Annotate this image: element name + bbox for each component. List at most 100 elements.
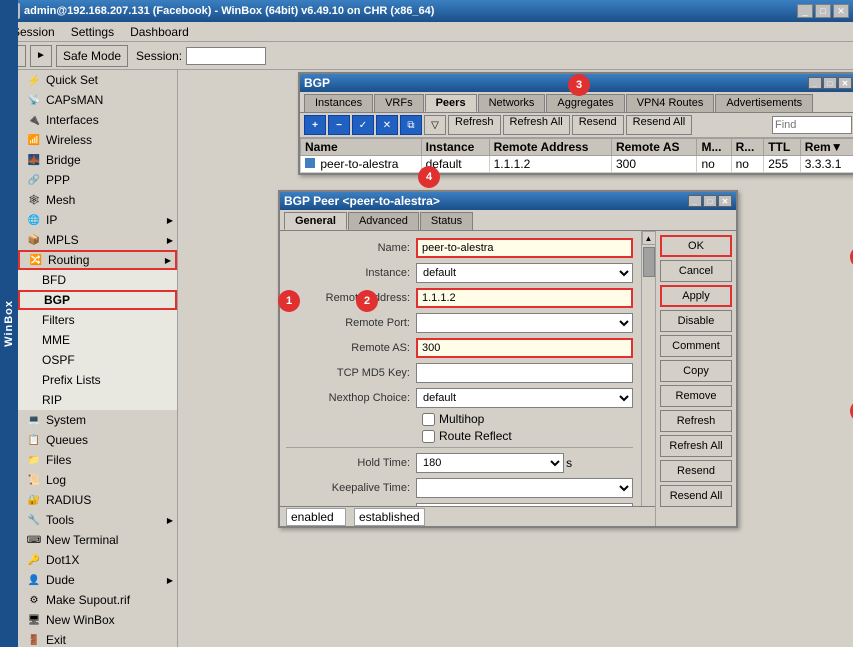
bgp-filter-button[interactable]: ▽ [424, 115, 446, 135]
bgp-add-button[interactable]: + [304, 115, 326, 135]
tab-vrfs[interactable]: VRFs [374, 94, 424, 112]
resend-button[interactable]: Resend [660, 460, 732, 482]
sidebar-item-dude[interactable]: Dude ▶ [18, 570, 177, 590]
sidebar-item-interfaces[interactable]: Interfaces [18, 110, 177, 130]
name-input[interactable] [416, 238, 633, 258]
col-r[interactable]: R... [731, 139, 764, 156]
submenu-item-mme[interactable]: MME [18, 330, 177, 350]
remote-as-input[interactable] [416, 338, 633, 358]
submenu-item-prefix-lists[interactable]: Prefix Lists [18, 370, 177, 390]
bgp-minimize-button[interactable]: _ [808, 77, 822, 89]
peer-maximize-button[interactable]: □ [703, 195, 717, 207]
bgp-refresh-all-button[interactable]: Refresh All [503, 115, 570, 135]
sidebar-item-ppp[interactable]: PPP [18, 170, 177, 190]
route-reflect-checkbox[interactable] [422, 430, 435, 443]
form-scroll: Name: Instance: default [280, 231, 655, 526]
comment-button[interactable]: Comment [660, 335, 732, 357]
scroll-up-button[interactable]: ▲ [642, 231, 656, 245]
bgp-find-input[interactable] [772, 116, 852, 134]
sidebar-item-routing[interactable]: Routing ▶ [18, 250, 177, 270]
disable-button[interactable]: Disable [660, 310, 732, 332]
col-m[interactable]: M... [697, 139, 731, 156]
menu-dashboard[interactable]: Dashboard [122, 23, 197, 41]
sidebar-item-queues[interactable]: Queues [18, 430, 177, 450]
sidebar-item-mesh[interactable]: Mesh [18, 190, 177, 210]
tab-aggregates[interactable]: Aggregates [546, 94, 624, 112]
copy-button[interactable]: Copy [660, 360, 732, 382]
sidebar-item-wireless[interactable]: Wireless [18, 130, 177, 150]
peer-minimize-button[interactable]: _ [688, 195, 702, 207]
bgp-copy-button[interactable]: ⧉ [400, 115, 422, 135]
table-row[interactable]: peer-to-alestra default 1.1.1.2 300 no n… [301, 156, 853, 173]
bgp-close-button[interactable]: ✕ [838, 77, 852, 89]
tab-vpn4-routes[interactable]: VPN4 Routes [626, 94, 715, 112]
sidebar-label-dude: Dude [46, 573, 163, 587]
bgp-resend-button[interactable]: Resend [572, 115, 624, 135]
sidebar-item-system[interactable]: System [18, 410, 177, 430]
forward-button[interactable]: ► [30, 45, 52, 67]
col-ttl[interactable]: TTL [764, 139, 801, 156]
col-remote-as[interactable]: Remote AS [611, 139, 696, 156]
bgp-disable-button[interactable]: ✕ [376, 115, 398, 135]
sidebar-item-caps-man[interactable]: CAPsMAN [18, 90, 177, 110]
menu-settings[interactable]: Settings [63, 23, 122, 41]
sidebar-item-new-winbox[interactable]: New WinBox [18, 610, 177, 630]
multihop-checkbox[interactable] [422, 413, 435, 426]
sidebar-item-new-terminal[interactable]: New Terminal [18, 530, 177, 550]
col-remote-address[interactable]: Remote Address [489, 139, 611, 156]
hold-time-select[interactable]: 180 [416, 453, 564, 473]
sidebar-item-tools[interactable]: Tools ▶ [18, 510, 177, 530]
sidebar-item-quick-set[interactable]: Quick Set [18, 70, 177, 90]
keepalive-select[interactable] [416, 478, 633, 498]
sidebar-item-radius[interactable]: RADIUS [18, 490, 177, 510]
scroll-thumb[interactable] [643, 247, 655, 277]
refresh-button[interactable]: Refresh [660, 410, 732, 432]
cancel-button[interactable]: Cancel [660, 260, 732, 282]
bgp-maximize-button[interactable]: □ [823, 77, 837, 89]
submenu-item-bgp[interactable]: BGP [18, 290, 177, 310]
tab-peers[interactable]: Peers [425, 94, 477, 112]
bgp-refresh-button[interactable]: Refresh [448, 115, 501, 135]
submenu-item-ospf[interactable]: OSPF [18, 350, 177, 370]
tab-advertisements[interactable]: Advertisements [715, 94, 813, 112]
col-instance[interactable]: Instance [421, 139, 489, 156]
remove-button[interactable]: Remove [660, 385, 732, 407]
tab-general[interactable]: General [284, 212, 347, 230]
tcp-md5-input[interactable] [416, 363, 633, 383]
safe-mode-button[interactable]: Safe Mode [56, 45, 128, 67]
instance-select[interactable]: default [416, 263, 633, 283]
apply-button[interactable]: Apply [660, 285, 732, 307]
session-input[interactable] [186, 47, 266, 65]
tab-advanced[interactable]: Advanced [348, 212, 419, 230]
tab-instances[interactable]: Instances [304, 94, 373, 112]
close-button[interactable]: ✕ [833, 4, 849, 18]
submenu-item-filters[interactable]: Filters [18, 310, 177, 330]
sidebar-item-exit[interactable]: Exit [18, 630, 177, 647]
sidebar-item-make-supout[interactable]: Make Supout.rif [18, 590, 177, 610]
peer-close-button[interactable]: ✕ [718, 195, 732, 207]
sidebar-item-ip[interactable]: IP ▶ [18, 210, 177, 230]
submenu-item-bfd[interactable]: BFD [18, 270, 177, 290]
col-name[interactable]: Name [301, 139, 422, 156]
sidebar-item-log[interactable]: Log [18, 470, 177, 490]
bgp-resend-all-button[interactable]: Resend All [626, 115, 693, 135]
annotation-1: 1 [278, 290, 300, 312]
bgp-enable-button[interactable]: ✓ [352, 115, 374, 135]
sidebar-item-dot1x[interactable]: Dot1X [18, 550, 177, 570]
maximize-button[interactable]: □ [815, 4, 831, 18]
submenu-item-rip[interactable]: RIP [18, 390, 177, 410]
resend-all-button[interactable]: Resend All [660, 485, 732, 507]
remote-port-select[interactable] [416, 313, 633, 333]
nexthop-select[interactable]: default [416, 388, 633, 408]
tab-status[interactable]: Status [420, 212, 473, 230]
sidebar-item-bridge[interactable]: Bridge [18, 150, 177, 170]
tab-networks[interactable]: Networks [478, 94, 546, 112]
ok-button[interactable]: OK [660, 235, 732, 257]
sidebar-item-files[interactable]: Files [18, 450, 177, 470]
col-rem[interactable]: Rem▼ [800, 139, 853, 156]
refresh-all-button[interactable]: Refresh All [660, 435, 732, 457]
bgp-remove-button[interactable]: − [328, 115, 350, 135]
remote-address-input[interactable] [416, 288, 633, 308]
sidebar-item-mpls[interactable]: MPLS ▶ [18, 230, 177, 250]
minimize-button[interactable]: _ [797, 4, 813, 18]
